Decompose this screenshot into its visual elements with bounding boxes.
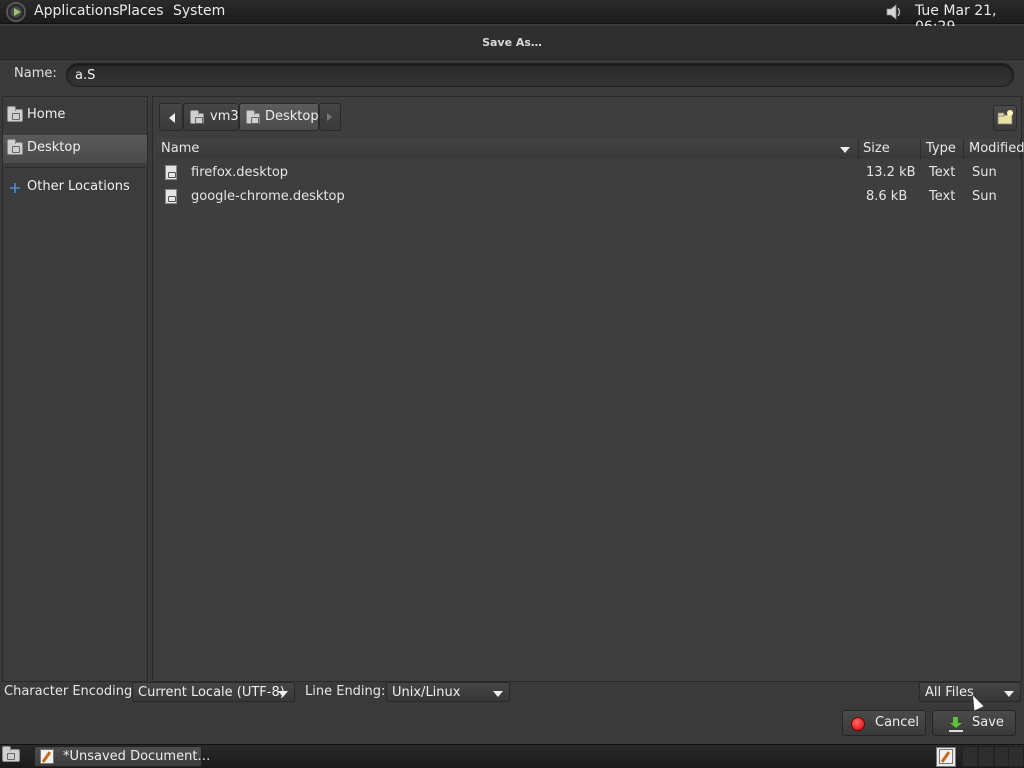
show-desktop-icon[interactable] [2,746,20,762]
dialog-title-bar[interactable]: Save As… [0,26,1024,60]
distro-logo-icon[interactable] [6,2,26,22]
file-size: 8.6 kB [866,189,908,204]
column-label: Size [863,141,890,156]
workspace-4[interactable] [1008,746,1024,767]
cancel-icon [851,717,865,731]
file-type: Text [929,165,956,180]
encoding-value: Current Locale (UTF-8) [138,685,285,700]
desktop-folder-icon [246,110,260,124]
menu-applications[interactable]: Applications [34,3,120,19]
sidebar-item-label: Home [27,107,66,122]
encoding-label: Character Encoding: [4,684,137,699]
file-modified: Sun [972,165,997,180]
file-browser: vm3 Desktop Name Size Type Modified fire… [152,96,1024,682]
new-folder-icon [997,110,1013,125]
path-item-label: Desktop [265,109,319,124]
file-modified: Sun [972,189,997,204]
path-forward-button[interactable] [319,103,341,131]
file-filter-value: All Files [925,685,974,700]
text-file-icon [165,189,177,204]
file-row[interactable]: google-chrome.desktop 8.6 kB Text Sun [157,185,1021,209]
path-item-label: vm3 [210,109,239,124]
encoding-dropdown[interactable]: Current Locale (UTF-8) [132,682,295,702]
taskbar: *Unsaved Document… [0,744,1024,768]
column-header-name[interactable]: Name [157,139,859,159]
download-icon [949,717,963,731]
name-row: Name: a.S [0,60,1024,92]
name-label: Name: [14,66,57,81]
save-label: Save [972,715,1004,730]
line-ending-dropdown[interactable]: Unix/Linux [386,682,510,702]
chevron-left-icon [169,113,175,123]
places-sidebar: Home Desktop Other Locations [2,96,148,682]
sort-descending-icon [840,147,850,153]
file-type: Text [929,189,956,204]
chevron-down-icon [1004,691,1014,697]
sidebar-item-label: Desktop [27,140,81,155]
text-editor-icon [40,749,54,764]
file-size: 13.2 kB [866,165,916,180]
sidebar-item-home[interactable]: Home [3,102,147,130]
file-row[interactable]: firefox.desktop 13.2 kB Text Sun [157,161,1021,185]
speaker-icon[interactable] [884,2,904,22]
top-panel: Applications Places System Tue Mar 21, 0… [0,0,1024,35]
filename-input[interactable]: a.S [66,63,1014,87]
save-button[interactable]: Save [932,710,1016,736]
file-list-header: Name Size Type Modified [157,139,1024,159]
menu-system[interactable]: System [173,3,225,19]
taskbar-item-label: *Unsaved Document… [63,749,211,764]
column-header-size[interactable]: Size [859,139,921,159]
workspace-2[interactable] [978,746,994,767]
desktop-folder-icon [7,139,23,156]
line-ending-label: Line Ending: [305,684,386,699]
column-label: Name [161,141,200,156]
file-name: google-chrome.desktop [191,189,345,204]
home-folder-icon [190,110,204,124]
taskbar-item-editor[interactable]: *Unsaved Document… [34,746,210,767]
line-ending-value: Unix/Linux [392,685,461,700]
sidebar-divider [5,167,145,168]
sidebar-item-other-locations[interactable]: Other Locations [3,174,147,202]
menu-places[interactable]: Places [119,3,164,19]
chevron-right-icon [327,113,332,121]
path-item-desktop[interactable]: Desktop [239,103,319,131]
column-label: Type [926,141,956,156]
column-header-type[interactable]: Type [921,139,964,159]
dialog-title: Save As… [482,36,542,49]
plus-icon [10,183,20,193]
cancel-button[interactable]: Cancel [842,710,926,736]
new-folder-button[interactable] [993,105,1017,131]
chevron-down-icon [278,691,288,697]
text-editor-tray-icon[interactable] [936,747,956,767]
sidebar-item-label: Other Locations [27,179,130,194]
workspace-1[interactable] [962,746,978,767]
dialog-footer: Character Encoding: Current Locale (UTF-… [0,682,1024,742]
home-folder-icon [7,106,23,123]
cancel-label: Cancel [875,715,920,730]
path-item-vm3[interactable]: vm3 [183,103,239,131]
file-name: firefox.desktop [191,165,289,180]
sidebar-item-desktop[interactable]: Desktop [3,135,147,163]
path-back-button[interactable] [159,103,183,131]
chevron-down-icon [493,691,503,697]
column-header-modified[interactable]: Modified [964,139,1024,159]
column-label: Modified [969,141,1024,156]
text-file-icon [165,165,177,180]
filename-value: a.S [75,68,96,83]
